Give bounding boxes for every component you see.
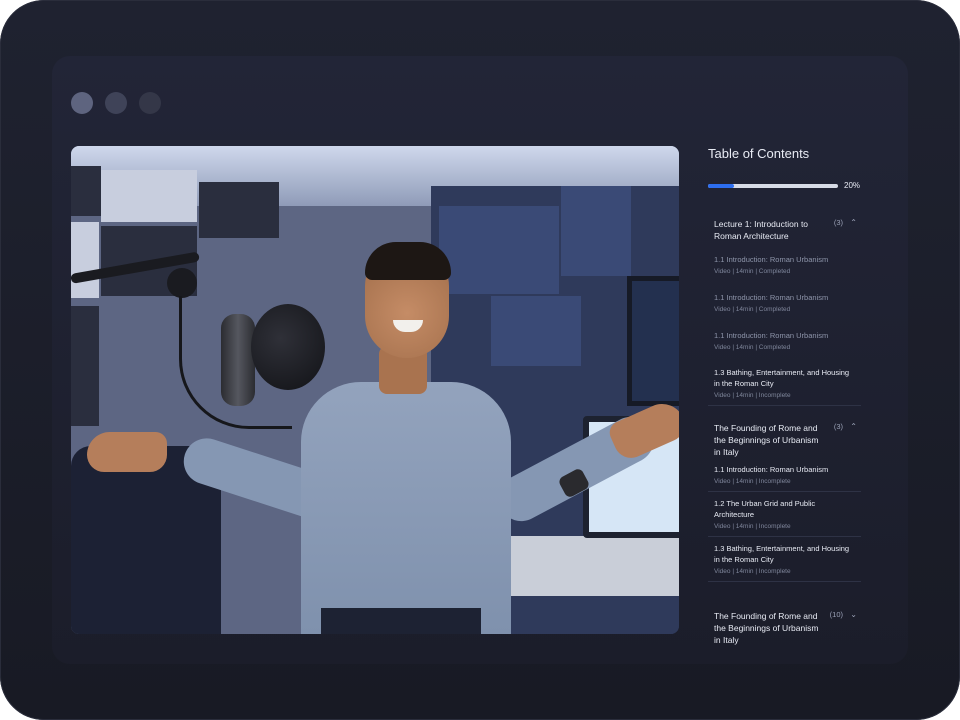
chevron-up-icon[interactable]: ⌃	[850, 422, 857, 431]
presenter-shirt	[301, 382, 511, 634]
lesson-item[interactable]: 1.1 Introduction: Roman Urbanism Video |…	[708, 330, 861, 357]
window-controls	[71, 92, 161, 114]
presenter-left-hand	[87, 432, 167, 472]
maximize-window-button[interactable]	[139, 92, 161, 114]
lesson-title: 1.1 Introduction: Roman Urbanism	[714, 331, 829, 340]
lesson-meta: Video | 14min | Incomplete	[714, 478, 791, 485]
divider	[708, 405, 861, 406]
microphone	[221, 314, 255, 406]
lesson-meta: Video | 14min | Completed	[714, 306, 791, 313]
section-header[interactable]: The Founding of Rome and the Beginnings …	[708, 422, 861, 458]
chevron-up-icon[interactable]: ⌃	[850, 218, 857, 227]
presenter-pants	[321, 608, 481, 634]
lesson-item[interactable]: 1.1 Introduction: Roman Urbanism Video |…	[708, 292, 861, 319]
lesson-item[interactable]: 1.3 Bathing, Entertainment, and Housing …	[708, 367, 861, 405]
app-window: Table of Contents 20% Lecture 1: Introdu…	[52, 56, 908, 664]
toc-section: The Founding of Rome and the Beginnings …	[708, 422, 861, 582]
lesson-title: 1.1 Introduction: Roman Urbanism	[714, 465, 829, 474]
section-lesson-count: (10)	[829, 610, 843, 619]
lesson-item[interactable]: 1.3 Bathing, Entertainment, and Housing …	[708, 543, 861, 581]
lesson-title: 1.2 The Urban Grid and Public Architectu…	[714, 499, 816, 519]
toc-section: The Founding of Rome and the Beginnings …	[708, 610, 861, 646]
section-title: Lecture 1: Introduction to Roman Archite…	[714, 219, 809, 241]
course-progress-fill	[708, 184, 734, 188]
presenter-hair	[365, 242, 451, 280]
chevron-down-icon[interactable]: ⌄	[850, 610, 857, 619]
lesson-meta: Video | 14min | Completed	[714, 344, 791, 351]
lesson-item[interactable]: 1.1 Introduction: Roman Urbanism Video |…	[708, 464, 861, 491]
table-of-contents: Table of Contents 20% Lecture 1: Introdu…	[708, 146, 908, 654]
lesson-meta: Video | 14min | Incomplete	[714, 392, 791, 399]
pop-filter	[251, 304, 325, 390]
lesson-title: 1.1 Introduction: Roman Urbanism	[714, 293, 829, 302]
course-progress-bar	[708, 184, 838, 188]
lesson-item[interactable]: 1.1 Introduction: Roman Urbanism Video |…	[708, 254, 861, 281]
section-title: The Founding of Rome and the Beginnings …	[714, 611, 819, 645]
lesson-meta: Video | 14min | Completed	[714, 268, 791, 275]
toc-title: Table of Contents	[708, 146, 810, 161]
toc-section: Lecture 1: Introduction to Roman Archite…	[708, 218, 861, 406]
divider	[708, 581, 861, 582]
section-header[interactable]: Lecture 1: Introduction to Roman Archite…	[708, 218, 861, 242]
lesson-title: 1.3 Bathing, Entertainment, and Housing …	[714, 368, 850, 388]
section-lesson-count: (3)	[833, 218, 843, 227]
device-frame: Table of Contents 20% Lecture 1: Introdu…	[0, 0, 960, 720]
presenter	[71, 146, 679, 634]
lesson-meta: Video | 14min | Incomplete	[714, 523, 791, 530]
section-title: The Founding of Rome and the Beginnings …	[714, 423, 819, 457]
lesson-meta: Video | 14min | Incomplete	[714, 568, 791, 575]
mic-boom-joint	[167, 268, 197, 298]
section-header[interactable]: The Founding of Rome and the Beginnings …	[708, 610, 861, 646]
section-lesson-count: (3)	[833, 422, 843, 431]
lesson-title: 1.1 Introduction: Roman Urbanism	[714, 255, 829, 264]
lesson-item[interactable]: 1.2 The Urban Grid and Public Architectu…	[708, 498, 861, 536]
close-window-button[interactable]	[71, 92, 93, 114]
video-player[interactable]	[71, 146, 679, 634]
lesson-title: 1.3 Bathing, Entertainment, and Housing …	[714, 544, 850, 564]
course-progress-label: 20%	[844, 181, 861, 190]
minimize-window-button[interactable]	[105, 92, 127, 114]
